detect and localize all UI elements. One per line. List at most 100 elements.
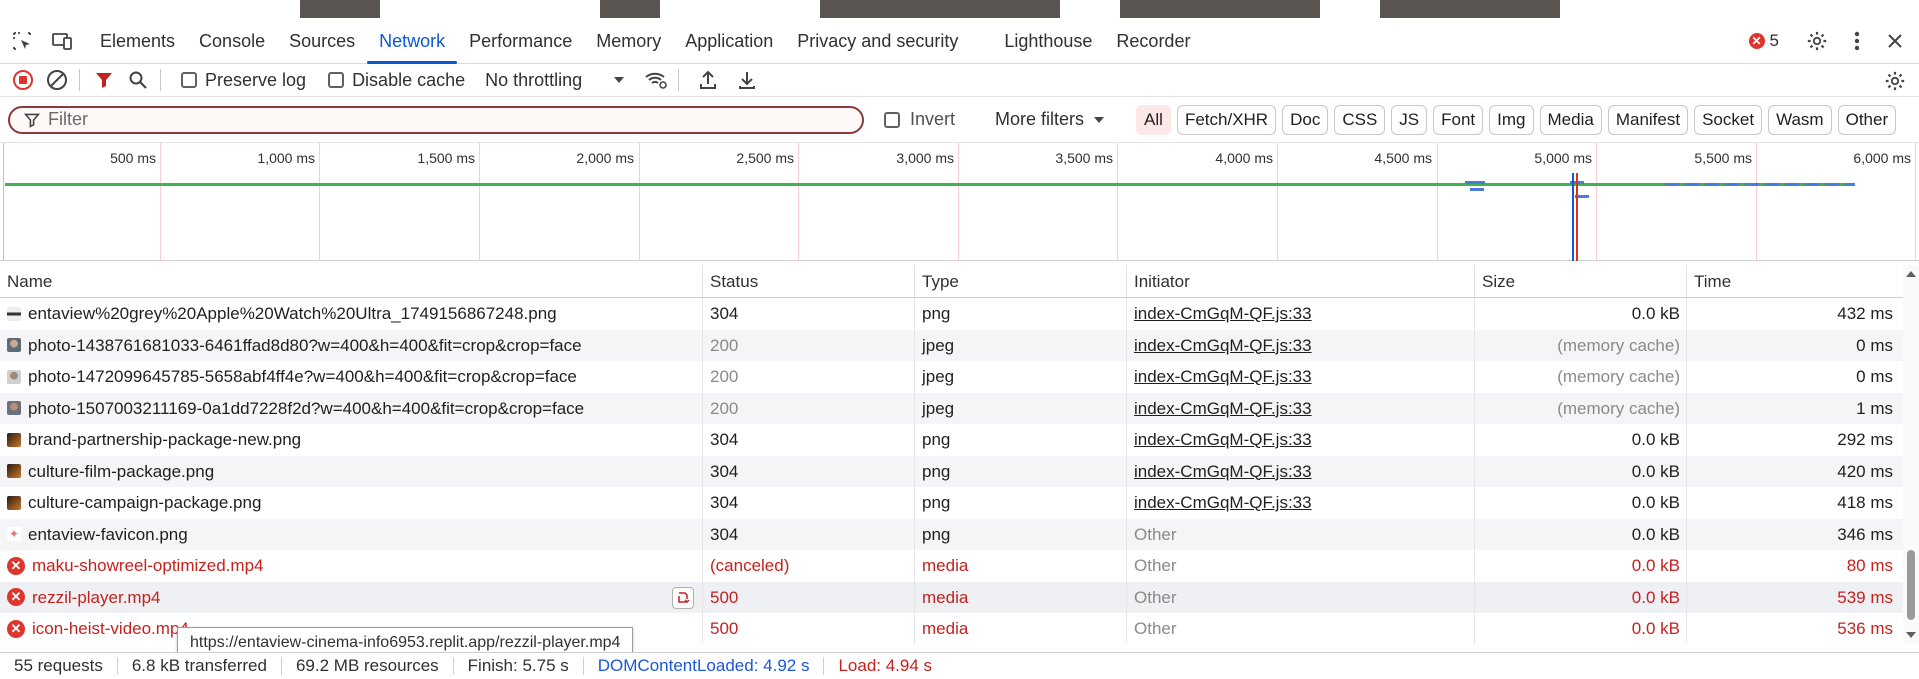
request-time: 80 ms — [1846, 556, 1893, 575]
error-count-badge[interactable]: ✕ 5 — [1748, 31, 1779, 51]
invert-checkbox[interactable]: Invert — [884, 109, 955, 130]
filter-chip-all[interactable]: All — [1136, 104, 1171, 135]
column-header-size[interactable]: Size — [1475, 265, 1687, 297]
request-initiator: Other — [1127, 550, 1475, 582]
request-status: 304 — [703, 424, 915, 456]
tab-elements[interactable]: Elements — [88, 18, 187, 64]
disable-cache-checkbox[interactable]: Disable cache — [328, 70, 465, 91]
network-conditions-icon[interactable] — [640, 64, 672, 96]
replay-request-icon[interactable] — [672, 586, 694, 609]
table-row[interactable]: brand-partnership-package-new.png 304 pn… — [0, 424, 1903, 456]
filter-chip-img[interactable]: Img — [1489, 104, 1534, 135]
settings-gear-icon[interactable] — [1801, 25, 1833, 57]
request-name: maku-showreel-optimized.mp4 — [32, 556, 264, 575]
scroll-down-arrow-icon[interactable] — [1906, 632, 1916, 638]
filter-chip-socket[interactable]: Socket — [1694, 104, 1763, 135]
more-options-icon[interactable] — [1843, 25, 1871, 57]
filter-chip-media[interactable]: Media — [1539, 104, 1602, 135]
request-status: 200 — [703, 361, 915, 393]
filter-chip-doc[interactable]: Doc — [1282, 104, 1329, 135]
initiator-link[interactable]: index-CmGqM-QF.js:33 — [1134, 493, 1312, 512]
load-time: Load: 4.94 s — [838, 656, 933, 675]
preserve-log-box[interactable] — [181, 72, 197, 88]
table-scrollbar[interactable] — [1903, 265, 1919, 644]
error-count: 5 — [1769, 31, 1779, 50]
request-size: 0.0 kB — [1475, 487, 1687, 519]
table-row[interactable]: ✕ maku-showreel-optimized.mp4 (canceled) … — [0, 550, 1903, 582]
filter-chip-js[interactable]: JS — [1391, 104, 1428, 135]
table-row[interactable]: photo-1507003211169-0a1dd7228f2d?w=400&h… — [0, 392, 1903, 424]
initiator-link[interactable]: index-CmGqM-QF.js:33 — [1134, 430, 1312, 449]
import-har-icon[interactable] — [692, 64, 724, 96]
filter-chip-manifest[interactable]: Manifest — [1607, 104, 1689, 135]
table-row[interactable]: photo-1472099645785-5658abf4ff4e?w=400&h… — [0, 361, 1903, 393]
export-har-icon[interactable] — [731, 64, 763, 96]
filter-chip-css[interactable]: CSS — [1334, 104, 1386, 135]
network-overview-timeline[interactable]: 500 ms 1,000 ms 1,500 ms 2,000 ms 2,500 … — [0, 143, 1919, 261]
tab-recorder[interactable]: Recorder — [1104, 18, 1202, 64]
request-name: brand-partnership-package-new.png — [28, 430, 302, 449]
request-type: jpeg — [915, 392, 1127, 424]
filter-funnel-icon[interactable] — [88, 64, 120, 96]
scroll-up-arrow-icon[interactable] — [1906, 271, 1916, 277]
initiator-link[interactable]: index-CmGqM-QF.js:33 — [1134, 304, 1312, 323]
close-devtools-icon[interactable] — [1881, 25, 1909, 57]
network-settings-gear-icon[interactable] — [1879, 65, 1911, 97]
scrollbar-thumb[interactable] — [1907, 550, 1915, 620]
more-filters-dropdown[interactable]: More filters — [995, 109, 1106, 130]
inspect-element-icon[interactable] — [4, 23, 40, 59]
filter-input-container[interactable] — [8, 105, 864, 134]
filter-chip-font[interactable]: Font — [1433, 104, 1484, 135]
invert-box[interactable] — [884, 111, 900, 128]
throttling-select[interactable]: No throttling — [485, 70, 626, 91]
filter-input[interactable] — [48, 109, 828, 130]
column-header-time[interactable]: Time — [1687, 265, 1903, 297]
column-header-name[interactable]: Name — [0, 265, 703, 297]
dom-content-loaded-marker — [1572, 173, 1574, 261]
initiator-link[interactable]: index-CmGqM-QF.js:33 — [1134, 367, 1312, 386]
image-icon — [7, 432, 21, 447]
stop-recording-icon[interactable] — [7, 64, 39, 96]
search-icon[interactable] — [122, 64, 154, 96]
tab-lighthouse[interactable]: Lighthouse — [992, 18, 1104, 64]
tab-sources[interactable]: Sources — [277, 18, 367, 64]
requests-table-header: Name Status Type Initiator Size Time — [0, 265, 1903, 298]
tab-application[interactable]: Application — [673, 18, 785, 64]
image-icon — [7, 338, 21, 353]
request-type: png — [915, 455, 1127, 487]
tab-memory[interactable]: Memory — [584, 18, 673, 64]
initiator-link[interactable]: index-CmGqM-QF.js:33 — [1134, 399, 1312, 418]
filter-chip-wasm[interactable]: Wasm — [1768, 104, 1832, 135]
table-row[interactable]: culture-campaign-package.png 304 png ind… — [0, 487, 1903, 519]
preserve-log-checkbox[interactable]: Preserve log — [181, 70, 306, 91]
tab-console[interactable]: Console — [187, 18, 277, 64]
table-row[interactable]: entaview%20grey%20Apple%20Watch%20Ultra_… — [0, 298, 1903, 330]
disable-cache-box[interactable] — [328, 72, 345, 88]
request-status: 304 — [703, 487, 915, 519]
column-header-initiator[interactable]: Initiator — [1127, 265, 1475, 297]
table-row[interactable]: photo-1438761681033-6461ffad8d80?w=400&h… — [0, 329, 1903, 361]
request-size: (memory cache) — [1475, 329, 1687, 361]
request-time: 0 ms — [1856, 367, 1893, 386]
filter-chip-fetch-xhr[interactable]: Fetch/XHR — [1176, 104, 1277, 135]
table-row[interactable]: ✕ rezzil-player.mp4 500 media Other 0.0 k… — [0, 581, 1903, 613]
clear-icon[interactable] — [41, 64, 73, 96]
request-status: 304 — [703, 298, 915, 330]
request-time: 420 ms — [1837, 461, 1893, 481]
table-row[interactable]: ✦ entaview-favicon.png 304 png Other 0.0 … — [0, 518, 1903, 550]
request-status: 304 — [703, 455, 915, 487]
device-toolbar-icon[interactable] — [44, 23, 80, 59]
tab-performance[interactable]: Performance — [457, 18, 584, 64]
tab-privacy-security[interactable]: Privacy and security — [785, 18, 970, 64]
filter-chip-other[interactable]: Other — [1837, 104, 1897, 135]
initiator-link[interactable]: index-CmGqM-QF.js:33 — [1134, 462, 1312, 481]
tab-network[interactable]: Network — [367, 18, 458, 64]
request-size: 0.0 kB — [1475, 613, 1687, 644]
column-header-status[interactable]: Status — [703, 265, 915, 297]
column-header-type[interactable]: Type — [915, 265, 1127, 297]
image-icon — [7, 369, 21, 384]
initiator-link[interactable]: index-CmGqM-QF.js:33 — [1134, 336, 1312, 355]
timeline-tick: 2,000 ms — [576, 150, 634, 166]
request-type: png — [915, 518, 1127, 550]
table-row[interactable]: culture-film-package.png 304 png index-C… — [0, 455, 1903, 487]
